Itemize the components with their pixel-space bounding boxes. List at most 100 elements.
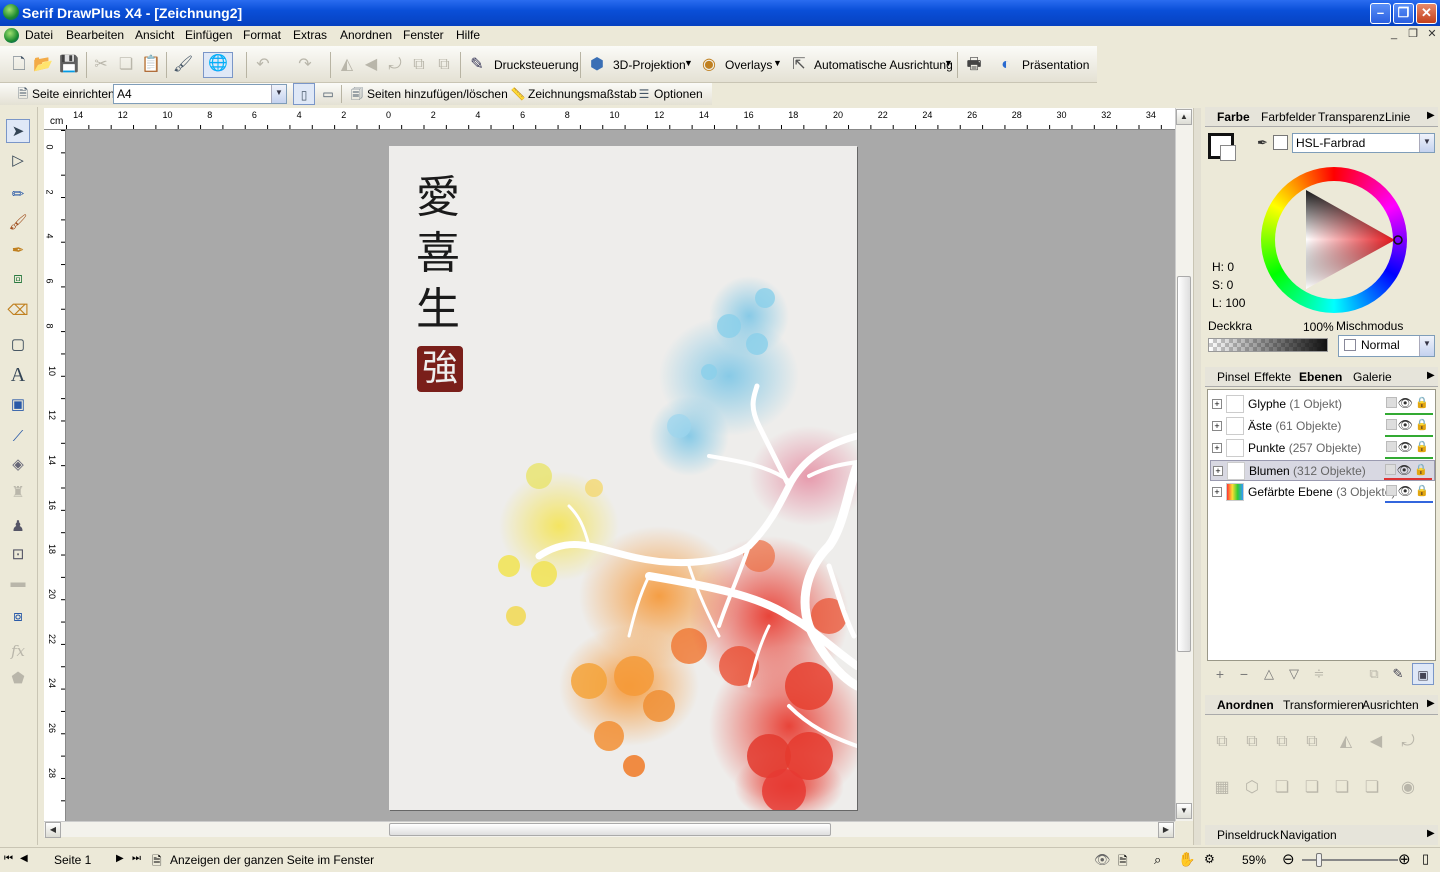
page-view-icon[interactable]: 🗎 [1118,852,1128,872]
doc-close-button[interactable]: ✕ [1424,28,1440,42]
pan-hand-icon[interactable]: ✋ [1178,851,1195,868]
text-tool-icon[interactable]: A [6,363,30,387]
send-to-back-icon[interactable]: ⧉ [1301,731,1323,753]
print-control-button[interactable]: Drucksteuerung [494,58,579,72]
document-icon[interactable] [4,28,19,43]
zoom-in-icon[interactable]: ⊕ [1398,850,1411,868]
lock-icon[interactable]: 🔒 [1415,484,1429,497]
color-picker-tool-icon[interactable]: ⟋ [6,425,30,449]
save-icon[interactable]: 💾 [58,54,80,76]
chevron-down-icon[interactable]: ▼ [1419,336,1434,356]
edit-layer-icon[interactable]: ✎ [1387,663,1409,685]
overlays-icon[interactable]: ◉ [698,54,720,76]
print-control-icon[interactable]: ✎ [466,54,488,76]
paste-icon[interactable]: 📋 [140,54,162,76]
prev-page-icon[interactable]: ◀ [20,853,28,864]
menu-extras[interactable]: Extras [293,28,327,42]
panel-splitter[interactable] [1193,108,1201,845]
eye-icon[interactable]: 👁 [1398,440,1413,454]
tab-transformieren[interactable]: Transformieren [1283,698,1364,712]
close-button[interactable]: ✕ [1416,3,1437,24]
tab-galerie[interactable]: Galerie [1353,370,1392,384]
crop-tool-icon[interactable]: ⊡ [6,543,30,567]
redo-icon[interactable]: ↷ [294,54,316,76]
fill-tool-icon[interactable]: ◈ [6,453,30,477]
group-icon[interactable]: ⧉ [408,54,430,76]
delete-layer-icon[interactable]: − [1233,663,1255,685]
rectangle-tool-icon[interactable]: ▢ [6,333,30,357]
scroll-up-icon[interactable]: ▲ [1176,109,1192,125]
panel-menu-icon[interactable]: ▶ [1427,110,1435,121]
new-document-icon[interactable]: 🗋 [8,54,30,76]
options-icon[interactable]: ☰ [633,83,655,105]
menu-einfuegen[interactable]: Einfügen [185,28,232,42]
add-remove-pages-button[interactable]: Seiten hinzufügen/löschen [367,87,508,101]
eye-icon[interactable]: 👁 [1397,463,1412,477]
menu-format[interactable]: Format [243,28,281,42]
add-pages-icon[interactable]: 🗐 [346,83,368,105]
printer-icon[interactable]: 🖶 [963,54,985,76]
format-painter-icon[interactable]: 🖌 [172,54,194,76]
transparency-tool-icon[interactable]: ▬ [6,571,30,595]
horizontal-ruler[interactable]: cm 14 12 10 8 6 4 2 0 2 4 6 8 10 12 14 16 18 20 22 24 26 28 30… [44,108,1175,130]
chevron-down-icon[interactable]: ▼ [1419,134,1434,152]
lock-icon[interactable]: 🔒 [1415,440,1429,453]
lock-icon[interactable]: 🔒 [1415,396,1429,409]
opacity-slider[interactable] [1208,338,1328,352]
layer-row[interactable]: + Punkte (257 Objekte) 👁 🔒 [1210,438,1435,459]
tab-anordnen[interactable]: Anordnen [1217,698,1274,712]
drawing-canvas[interactable]: 愛 喜 生 強 [44,108,1175,821]
flip-horizontal-icon[interactable]: ◭ [336,54,358,76]
layer-row[interactable]: + Gefärbte Ebene (3 Objekte) 👁 🔒 [1210,482,1435,503]
merge-layers-icon[interactable]: ≑ [1308,663,1330,685]
landscape-icon[interactable]: ▭ [317,83,339,105]
color-triangle[interactable] [1261,167,1407,313]
blend-mode-select[interactable]: Normal ▼ [1338,335,1435,357]
scroll-left-icon[interactable]: ◀ [45,822,61,838]
web-icon[interactable]: 🌐 [203,52,233,78]
node-tool-icon[interactable]: ▷ [6,149,30,173]
3d-tool-icon[interactable]: ⬟ [6,667,30,691]
vertical-scrollbar[interactable]: ▲ ▼ [1175,108,1193,821]
eye-icon[interactable]: 👁 [1398,396,1413,410]
layer-select-box[interactable] [1386,441,1397,452]
zoom-slider-thumb[interactable] [1316,853,1322,867]
scroll-down-icon[interactable]: ▼ [1176,803,1192,819]
document-page[interactable]: 愛 喜 生 強 [389,146,857,810]
undo-icon[interactable]: ↶ [252,54,274,76]
bring-to-front-icon[interactable]: ⧉ [1211,731,1233,753]
current-color-swatch[interactable] [1273,135,1288,150]
layer-select-box[interactable] [1386,485,1397,496]
layer-properties-icon[interactable]: ⧉ [1363,663,1385,685]
scroll-right-icon[interactable]: ▶ [1158,822,1174,838]
3d-projection-dropdown-icon[interactable]: ▼ [684,58,693,68]
menu-datei[interactable]: Datei [25,28,53,42]
open-folder-icon[interactable]: 📂 [32,54,54,76]
chevron-down-icon[interactable]: ▼ [271,85,286,103]
fit-page-icon[interactable]: ▯ [1422,851,1429,867]
doc-minimize-button[interactable]: _ [1386,28,1402,42]
zoom-out-icon[interactable]: ⊖ [1282,850,1295,868]
eye-icon[interactable]: 👁 [1398,484,1413,498]
layer-row-selected[interactable]: + Blumen (312 Objekte) 👁 🔒 [1210,460,1435,481]
intersect-icon[interactable]: ❏ [1301,777,1323,799]
add-layer-icon[interactable]: + [1209,663,1231,685]
flip-vertical-icon[interactable]: ◀ [360,54,382,76]
auto-align-dropdown-icon[interactable]: ▼ [944,58,953,68]
menu-fenster[interactable]: Fenster [403,28,444,42]
page-setup-icon[interactable]: 🗎 [12,83,34,105]
zoom-tool-icon[interactable]: ⚙ [1204,852,1215,866]
layer-row[interactable]: + Äste (61 Objekte) 👁 🔒 [1210,416,1435,437]
move-layer-up-icon[interactable]: △ [1258,663,1280,685]
connector-tool-icon[interactable]: ⧈ [6,267,30,291]
panel-menu-icon[interactable]: ▶ [1427,370,1435,381]
drawing-scale-icon[interactable]: 📏 [507,83,529,105]
presentation-button[interactable]: Präsentation [1022,58,1089,72]
portrait-icon[interactable]: ▯ [293,83,315,105]
next-page-icon[interactable]: ▶ [116,853,124,864]
overlays-button[interactable]: Overlays [725,58,772,72]
overlays-dropdown-icon[interactable]: ▼ [773,58,782,68]
cut-icon[interactable]: ✂ [90,54,112,76]
layer-row[interactable]: + Glyphe (1 Objekt) 👁 🔒 [1210,394,1435,415]
eye-icon[interactable]: 👁 [1398,418,1413,432]
